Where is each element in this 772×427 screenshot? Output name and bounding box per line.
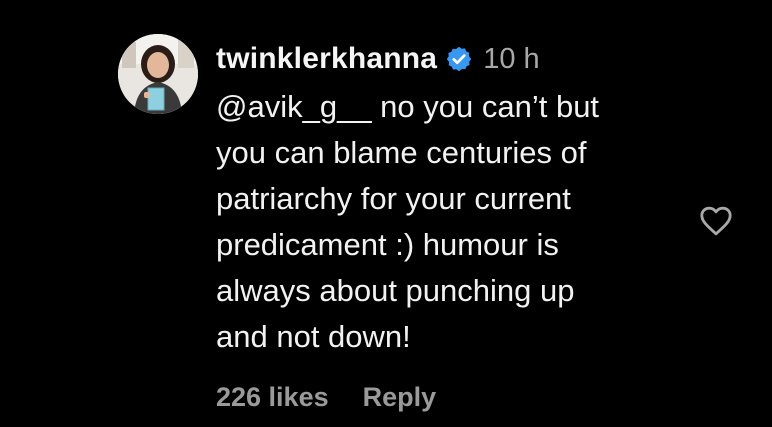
comment-footer: 226 likes Reply xyxy=(216,380,436,414)
comment-item: twinklerkhanna 10 h @avik_g__ no you can… xyxy=(0,0,772,427)
comment-text: @avik_g__ no you can’t but you can blame… xyxy=(216,84,686,360)
comment-text-line: always about punching up xyxy=(216,273,575,308)
avatar-image xyxy=(118,34,198,114)
username-link[interactable]: twinklerkhanna xyxy=(216,42,437,76)
reply-button[interactable]: Reply xyxy=(363,382,437,413)
comment-text-line: patriarchy for your current xyxy=(216,181,571,216)
like-button[interactable] xyxy=(696,200,736,240)
heart-outline-icon xyxy=(700,206,732,236)
comment-text-line: predicament :) humour is xyxy=(216,227,559,262)
avatar[interactable] xyxy=(118,34,198,114)
comment-header: twinklerkhanna 10 h xyxy=(216,38,686,80)
comment-timestamp: 10 h xyxy=(483,42,540,75)
comment-text-line: you can blame centuries of xyxy=(216,135,587,170)
comment-content: twinklerkhanna 10 h @avik_g__ no you can… xyxy=(216,38,686,360)
likes-count[interactable]: 226 likes xyxy=(216,382,329,413)
comment-text-line: and not down! xyxy=(216,319,411,354)
comment-text-line: @avik_g__ no you can’t but xyxy=(216,89,600,124)
verified-badge-icon xyxy=(445,45,473,73)
